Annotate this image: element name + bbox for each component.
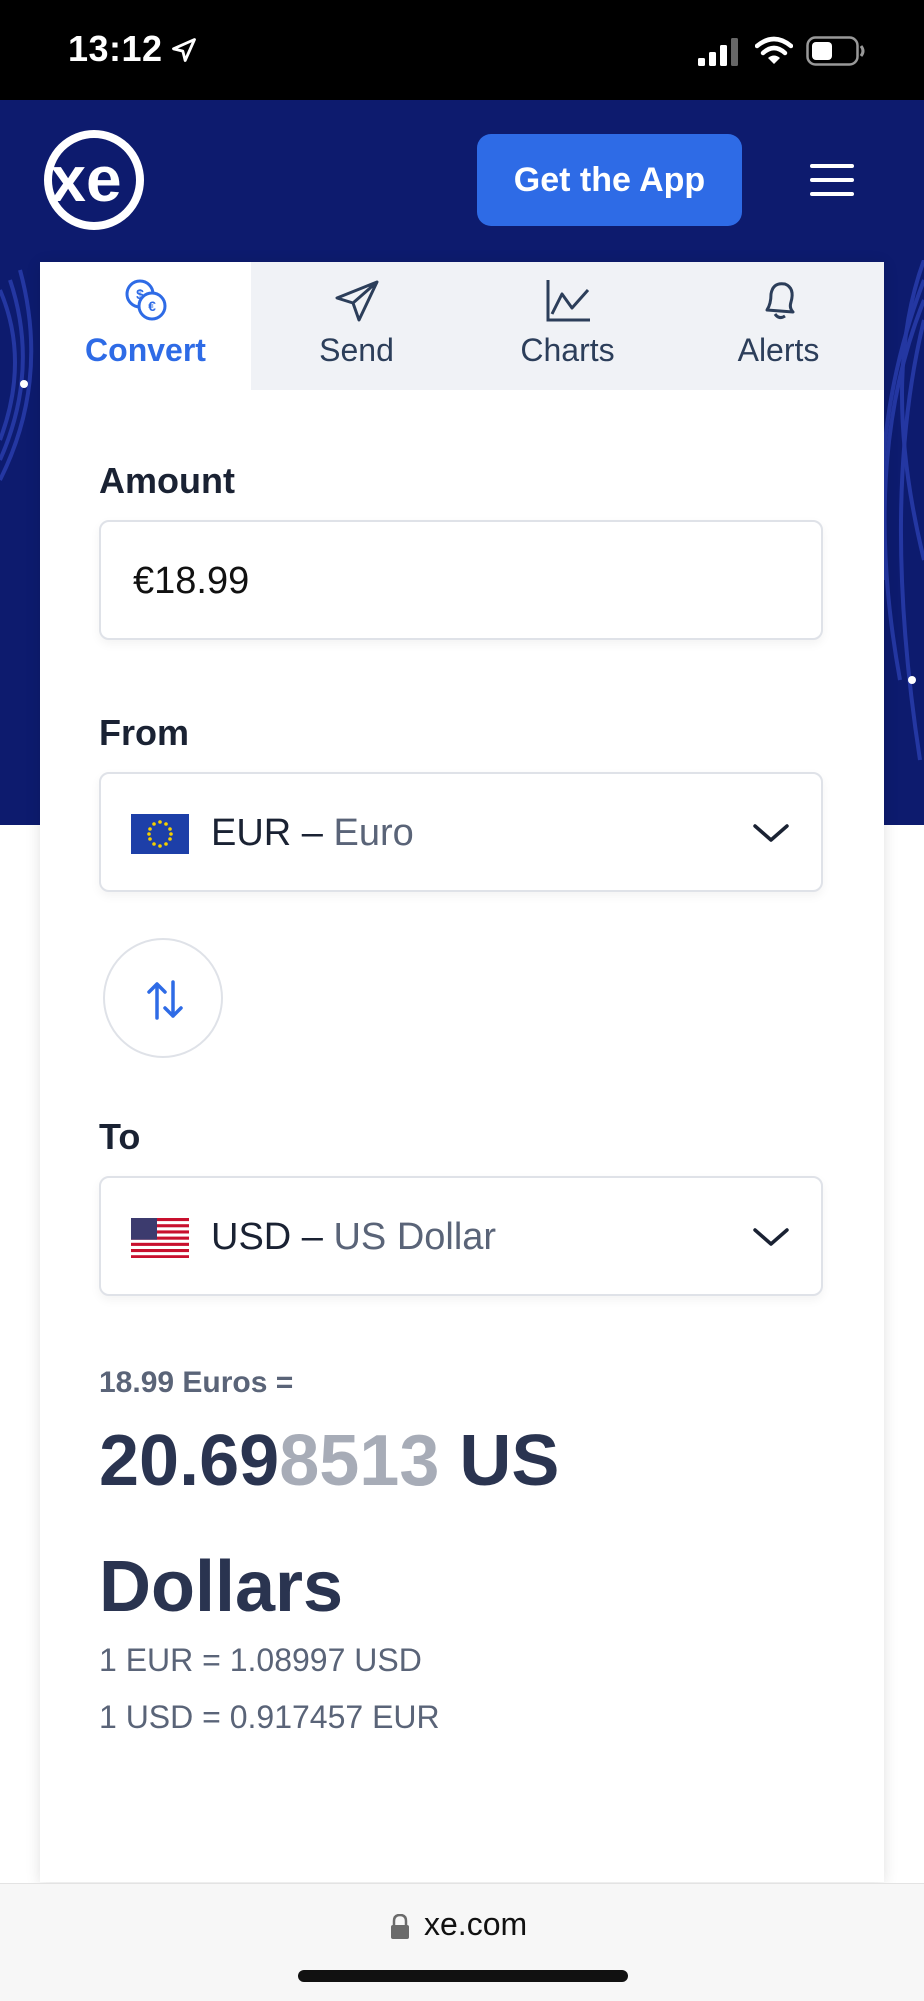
amount-label: Amount — [99, 460, 235, 501]
bell-icon — [765, 282, 794, 320]
svg-text:xe: xe — [50, 143, 121, 215]
tab-convert[interactable]: $ € Convert — [40, 262, 251, 390]
result-value-extra-digits: 8513 — [279, 1421, 440, 1501]
browser-url[interactable]: xe.com — [424, 1906, 527, 1943]
hamburger-menu-icon[interactable] — [808, 162, 856, 198]
tab-label-alerts: Alerts — [737, 332, 820, 368]
xe-logo[interactable]: xe — [28, 128, 154, 232]
from-label: From — [99, 712, 189, 753]
result-value-main: 20.69 — [99, 1421, 280, 1501]
tab-label-charts: Charts — [520, 332, 615, 368]
converter-card: $ € Convert Send Charts Alerts Amount €1… — [40, 262, 884, 1882]
to-currency-select[interactable]: USD – US Dollar — [99, 1176, 823, 1296]
amount-input[interactable]: €18.99 — [99, 520, 823, 640]
svg-text:$: $ — [136, 286, 144, 302]
from-currency-name: Euro — [333, 812, 414, 854]
battery-icon — [806, 36, 865, 66]
line-chart-icon — [546, 280, 590, 322]
status-time: 13:12 — [68, 28, 163, 69]
swap-currencies-button[interactable] — [103, 938, 223, 1058]
us-flag-icon — [131, 1218, 189, 1258]
status-bar: 13:12 — [0, 0, 924, 100]
to-currency-text: USD – US Dollar — [211, 1216, 496, 1259]
location-arrow-icon — [172, 38, 196, 62]
eu-flag-icon — [131, 814, 189, 854]
signal-icon — [698, 38, 738, 66]
result-converted-amount: 20.698513 US Dollars — [99, 1398, 799, 1650]
home-indicator — [298, 1970, 628, 1982]
coins-icon: $ € — [125, 279, 166, 321]
paper-plane-icon — [335, 280, 378, 322]
from-currency-text: EUR – Euro — [211, 812, 414, 855]
to-label: To — [99, 1116, 141, 1157]
amount-value: €18.99 — [133, 560, 250, 602]
to-currency-name: US Dollar — [333, 1216, 497, 1258]
rate-usd-eur: 1 USD = 0.917457 EUR — [99, 1699, 440, 1735]
result-source-amount: 18.99 Euros = — [99, 1366, 294, 1399]
tab-alerts[interactable]: Alerts — [673, 262, 884, 390]
from-currency-code: EUR – — [211, 812, 323, 854]
swap-arrows-icon — [147, 980, 183, 1020]
chevron-down-icon — [753, 824, 789, 842]
tab-charts[interactable]: Charts — [462, 262, 673, 390]
tab-label-convert: Convert — [85, 332, 206, 368]
chevron-down-icon — [753, 1228, 789, 1246]
wifi-icon — [755, 36, 793, 64]
tab-bar: $ € Convert Send Charts Alerts — [40, 262, 884, 390]
get-the-app-button[interactable]: Get the App — [477, 134, 742, 226]
from-currency-select[interactable]: EUR – Euro — [99, 772, 823, 892]
to-currency-code: USD – — [211, 1216, 323, 1258]
lock-icon — [391, 1914, 409, 1939]
tab-label-send: Send — [319, 332, 394, 368]
rate-eur-usd: 1 EUR = 1.08997 USD — [99, 1642, 422, 1678]
svg-text:€: € — [148, 298, 156, 314]
tab-send[interactable]: Send — [251, 262, 462, 390]
